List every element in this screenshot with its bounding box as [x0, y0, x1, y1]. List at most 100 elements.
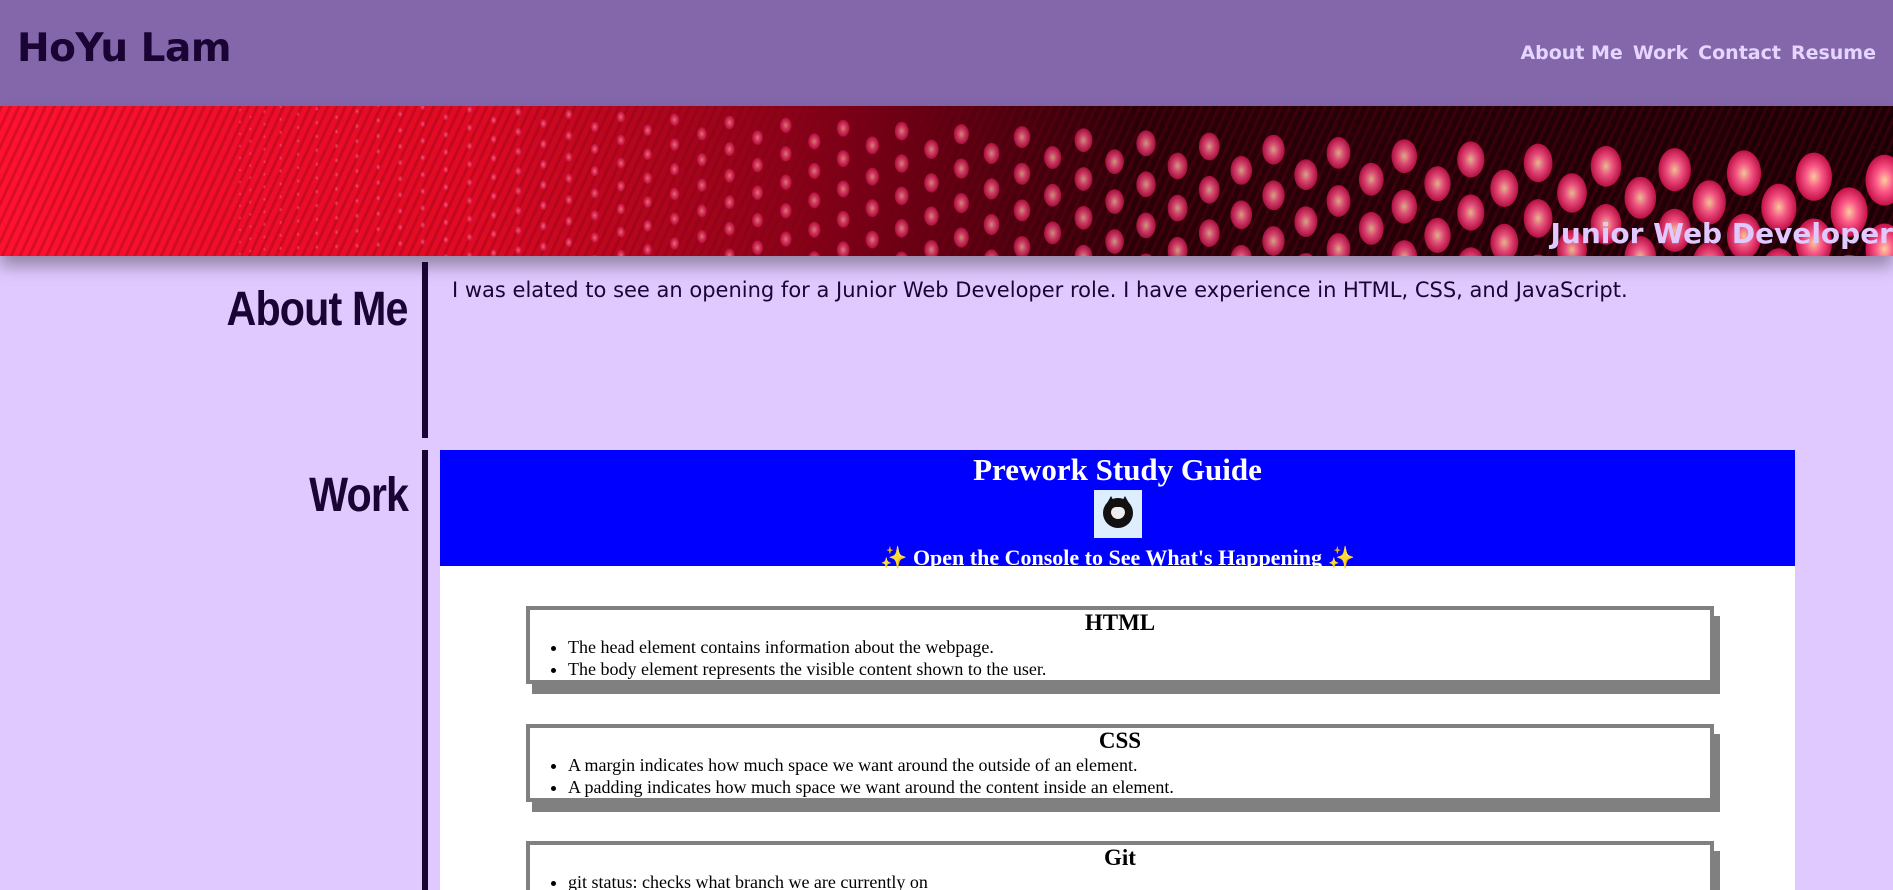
led-dot	[1727, 150, 1761, 196]
led-dot	[239, 204, 242, 208]
led-dot	[924, 140, 939, 159]
about-divider	[422, 262, 428, 438]
led-dot	[643, 172, 652, 184]
led-dot	[467, 124, 473, 132]
led-dot	[296, 205, 299, 210]
card-list: A margin indicates how much space we wan…	[530, 754, 1710, 798]
led-dot	[808, 192, 820, 208]
nav-work[interactable]: Work	[1633, 42, 1688, 64]
led-dot	[724, 222, 734, 236]
led-dot	[895, 252, 909, 257]
led-dot	[398, 208, 403, 214]
led-dot	[780, 118, 792, 133]
hero-tagline: Junior Web Developer	[1551, 217, 1893, 250]
led-dot	[443, 254, 448, 256]
work-project-embed[interactable]: Prework Study Guide ✨ Open the Console t…	[440, 450, 1795, 890]
led-dot	[1392, 190, 1418, 224]
embed-header: Prework Study Guide ✨ Open the Console t…	[440, 450, 1795, 566]
led-dot	[443, 166, 448, 173]
led-dot	[491, 116, 497, 124]
led-dot	[866, 168, 879, 186]
led-dot	[591, 166, 599, 177]
list-item: A padding indicates how much space we wa…	[568, 776, 1710, 798]
led-dot	[591, 188, 599, 199]
led-dot	[808, 163, 820, 179]
led-dot	[1136, 130, 1155, 156]
led-dot	[515, 167, 522, 176]
led-dot	[1490, 224, 1518, 256]
led-dot	[296, 219, 299, 224]
led-dot	[239, 180, 242, 184]
led-dot	[1262, 226, 1284, 256]
led-dot	[515, 147, 522, 156]
card-list: git status: checks what branch we are cu…	[530, 871, 1710, 890]
led-dot	[954, 228, 969, 248]
led-dot	[866, 199, 879, 217]
led-dot	[315, 245, 319, 250]
led-dot	[355, 153, 359, 159]
led-dot	[617, 181, 625, 192]
led-dot	[239, 252, 242, 256]
led-dot	[1231, 200, 1253, 229]
list-item: A margin indicates how much space we wan…	[568, 754, 1710, 776]
led-dot	[263, 247, 266, 251]
led-dot	[1457, 247, 1484, 256]
led-dot	[1359, 163, 1384, 196]
led-dot	[1327, 233, 1351, 256]
led-dot	[398, 159, 403, 165]
led-dot	[1591, 146, 1622, 187]
led-dot	[1262, 135, 1284, 165]
led-dot	[1796, 153, 1832, 201]
led-dot	[443, 201, 448, 208]
nav-resume[interactable]: Resume	[1791, 42, 1876, 64]
led-dot	[491, 230, 497, 238]
led-dot	[296, 179, 299, 184]
led-dot	[1327, 185, 1351, 217]
led-dot	[376, 242, 380, 248]
led-dot	[296, 152, 299, 157]
nav-about-me[interactable]: About Me	[1520, 42, 1622, 64]
led-dot	[591, 255, 599, 257]
card-title: HTML	[530, 610, 1710, 636]
led-dot	[420, 238, 425, 245]
led-dot	[565, 216, 572, 226]
led-dot	[1424, 166, 1450, 201]
nav-contact[interactable]: Contact	[1698, 42, 1781, 64]
led-dot	[420, 188, 425, 195]
led-dot	[355, 243, 359, 249]
led-dot	[1136, 254, 1155, 257]
led-dot	[895, 122, 909, 141]
led-dot	[443, 236, 448, 243]
led-dot	[565, 152, 572, 162]
led-dot	[697, 153, 707, 166]
led-dot	[643, 220, 652, 232]
led-dot	[335, 186, 339, 191]
led-dot	[752, 185, 763, 200]
led-dot	[591, 122, 599, 133]
led-dot	[355, 109, 359, 115]
led-dot	[1659, 148, 1691, 191]
led-dot	[1044, 146, 1061, 169]
led-dot	[239, 132, 242, 136]
led-dot	[376, 226, 380, 232]
led-dot	[239, 228, 242, 232]
led-dot	[315, 231, 319, 236]
led-dot	[1831, 255, 1868, 256]
led-dot	[752, 213, 763, 228]
led-dot	[249, 200, 252, 204]
led-dot	[724, 195, 734, 209]
about-heading: About Me	[227, 282, 408, 337]
led-dot	[279, 182, 282, 186]
led-dot	[643, 196, 652, 208]
led-dot	[279, 169, 282, 173]
work-divider	[422, 450, 428, 890]
led-dot	[752, 158, 763, 173]
led-dot	[670, 138, 679, 151]
cat-logo-icon	[1094, 490, 1142, 538]
led-dot	[249, 151, 252, 155]
led-dot	[398, 224, 403, 230]
led-dot	[249, 164, 252, 168]
led-dot	[467, 197, 473, 205]
led-dot	[398, 143, 403, 149]
led-dot	[540, 119, 547, 128]
